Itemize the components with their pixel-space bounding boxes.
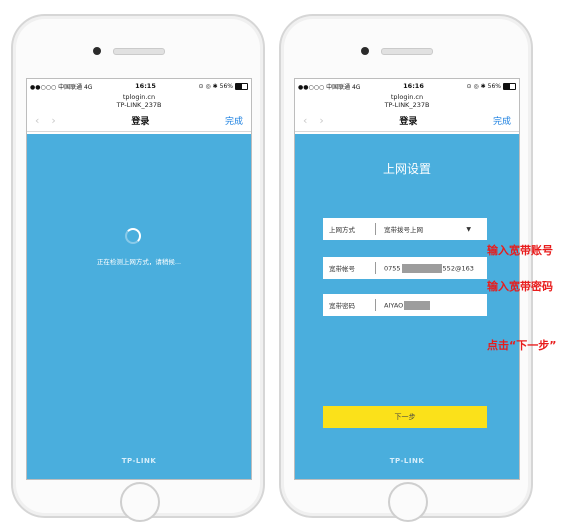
camera-icon	[93, 47, 101, 55]
nav-bar: ‹ › 登录 完成	[295, 109, 519, 132]
done-button[interactable]: 完成	[225, 114, 243, 127]
back-arrow-icon[interactable]: ‹	[35, 114, 39, 127]
nav-title: 登录	[131, 116, 150, 127]
status-bar: ●●○○○ 中国联通 4G 16:15 ⊙ ◎ ✱ 56%	[27, 79, 251, 93]
field-label: 宽带帐号	[329, 265, 355, 273]
home-button[interactable]	[388, 482, 428, 522]
carrier-text: ●●○○○ 中国联通 4G	[30, 83, 93, 91]
carrier-text: ●●○○○ 中国联通 4G	[298, 83, 361, 91]
status-icons: ⊙ ◎ ✱	[466, 82, 486, 90]
browser-page-title: TP-LINK_237B	[116, 101, 162, 109]
camera-icon	[361, 47, 369, 55]
account-prefix: 0755	[384, 264, 401, 272]
nav-title: 登录	[399, 116, 418, 127]
loading-spinner-icon	[125, 228, 141, 244]
nav-bar: ‹ › 登录 完成	[27, 109, 251, 132]
browser-page-title: TP-LINK_237B	[384, 101, 430, 109]
status-time: 16:16	[403, 82, 424, 90]
status-bar: ●●○○○ 中国联通 4G 16:16 ⊙ ◎ ✱ 56%	[295, 79, 519, 93]
account-suffix: 552@163	[442, 264, 474, 272]
form-title: 上网设置	[382, 162, 431, 176]
brand-logo: TP-LINK	[121, 457, 157, 465]
internet-settings-panel: 上网设置 上网方式 宽带拨号上网 ▼ 宽带帐号 0755 552@163 宽带密码…	[295, 134, 519, 479]
forward-arrow-icon[interactable]: ›	[51, 114, 55, 127]
done-button[interactable]: 完成	[493, 114, 511, 127]
battery-icon	[503, 82, 516, 90]
annotation-account: 输入宽带账号	[487, 244, 553, 257]
detecting-text: 正在检测上网方式，请稍候...	[96, 258, 182, 266]
redacted-block	[404, 300, 431, 310]
status-icons: ⊙ ◎ ✱	[198, 82, 218, 90]
broadband-password-input[interactable]: 宽带密码 AIYAO	[323, 294, 487, 316]
annotation-password: 输入宽带密码	[487, 280, 553, 293]
forward-arrow-icon[interactable]: ›	[319, 114, 323, 127]
phone-screen: ●●○○○ 中国联通 4G 16:15 ⊙ ◎ ✱ 56% tplogin.cn…	[26, 78, 252, 480]
field-label: 上网方式	[329, 226, 355, 234]
battery-percent: 56%	[487, 82, 501, 90]
home-button[interactable]	[120, 482, 160, 522]
speaker-grille	[381, 48, 433, 55]
browser-url[interactable]: tplogin.cn	[295, 93, 519, 101]
redacted-block	[401, 263, 442, 273]
browser-url[interactable]: tplogin.cn	[27, 93, 251, 101]
status-time: 16:15	[135, 82, 156, 90]
field-value: 宽带拨号上网	[384, 226, 423, 234]
detecting-panel: 正在检测上网方式，请稍候... TP-LINK	[27, 134, 251, 479]
annotation-next: 点击“下一步”	[487, 339, 557, 352]
dropdown-arrow-icon: ▼	[466, 225, 471, 233]
connection-type-select[interactable]: 上网方式 宽带拨号上网 ▼	[323, 218, 487, 240]
brand-logo: TP-LINK	[389, 457, 425, 465]
speaker-grille	[113, 48, 165, 55]
phone-right: ●●○○○ 中国联通 4G 16:16 ⊙ ◎ ✱ 56% tplogin.cn…	[279, 14, 533, 522]
battery-icon	[235, 82, 248, 90]
phone-left: ●●○○○ 中国联通 4G 16:15 ⊙ ◎ ✱ 56% tplogin.cn…	[11, 14, 265, 522]
battery-percent: 56%	[219, 82, 233, 90]
field-label: 宽带密码	[329, 302, 355, 310]
next-button[interactable]: 下一步	[323, 406, 487, 428]
back-arrow-icon[interactable]: ‹	[303, 114, 307, 127]
broadband-account-input[interactable]: 宽带帐号 0755 552@163	[323, 257, 487, 279]
password-prefix: AIYAO	[384, 301, 404, 309]
